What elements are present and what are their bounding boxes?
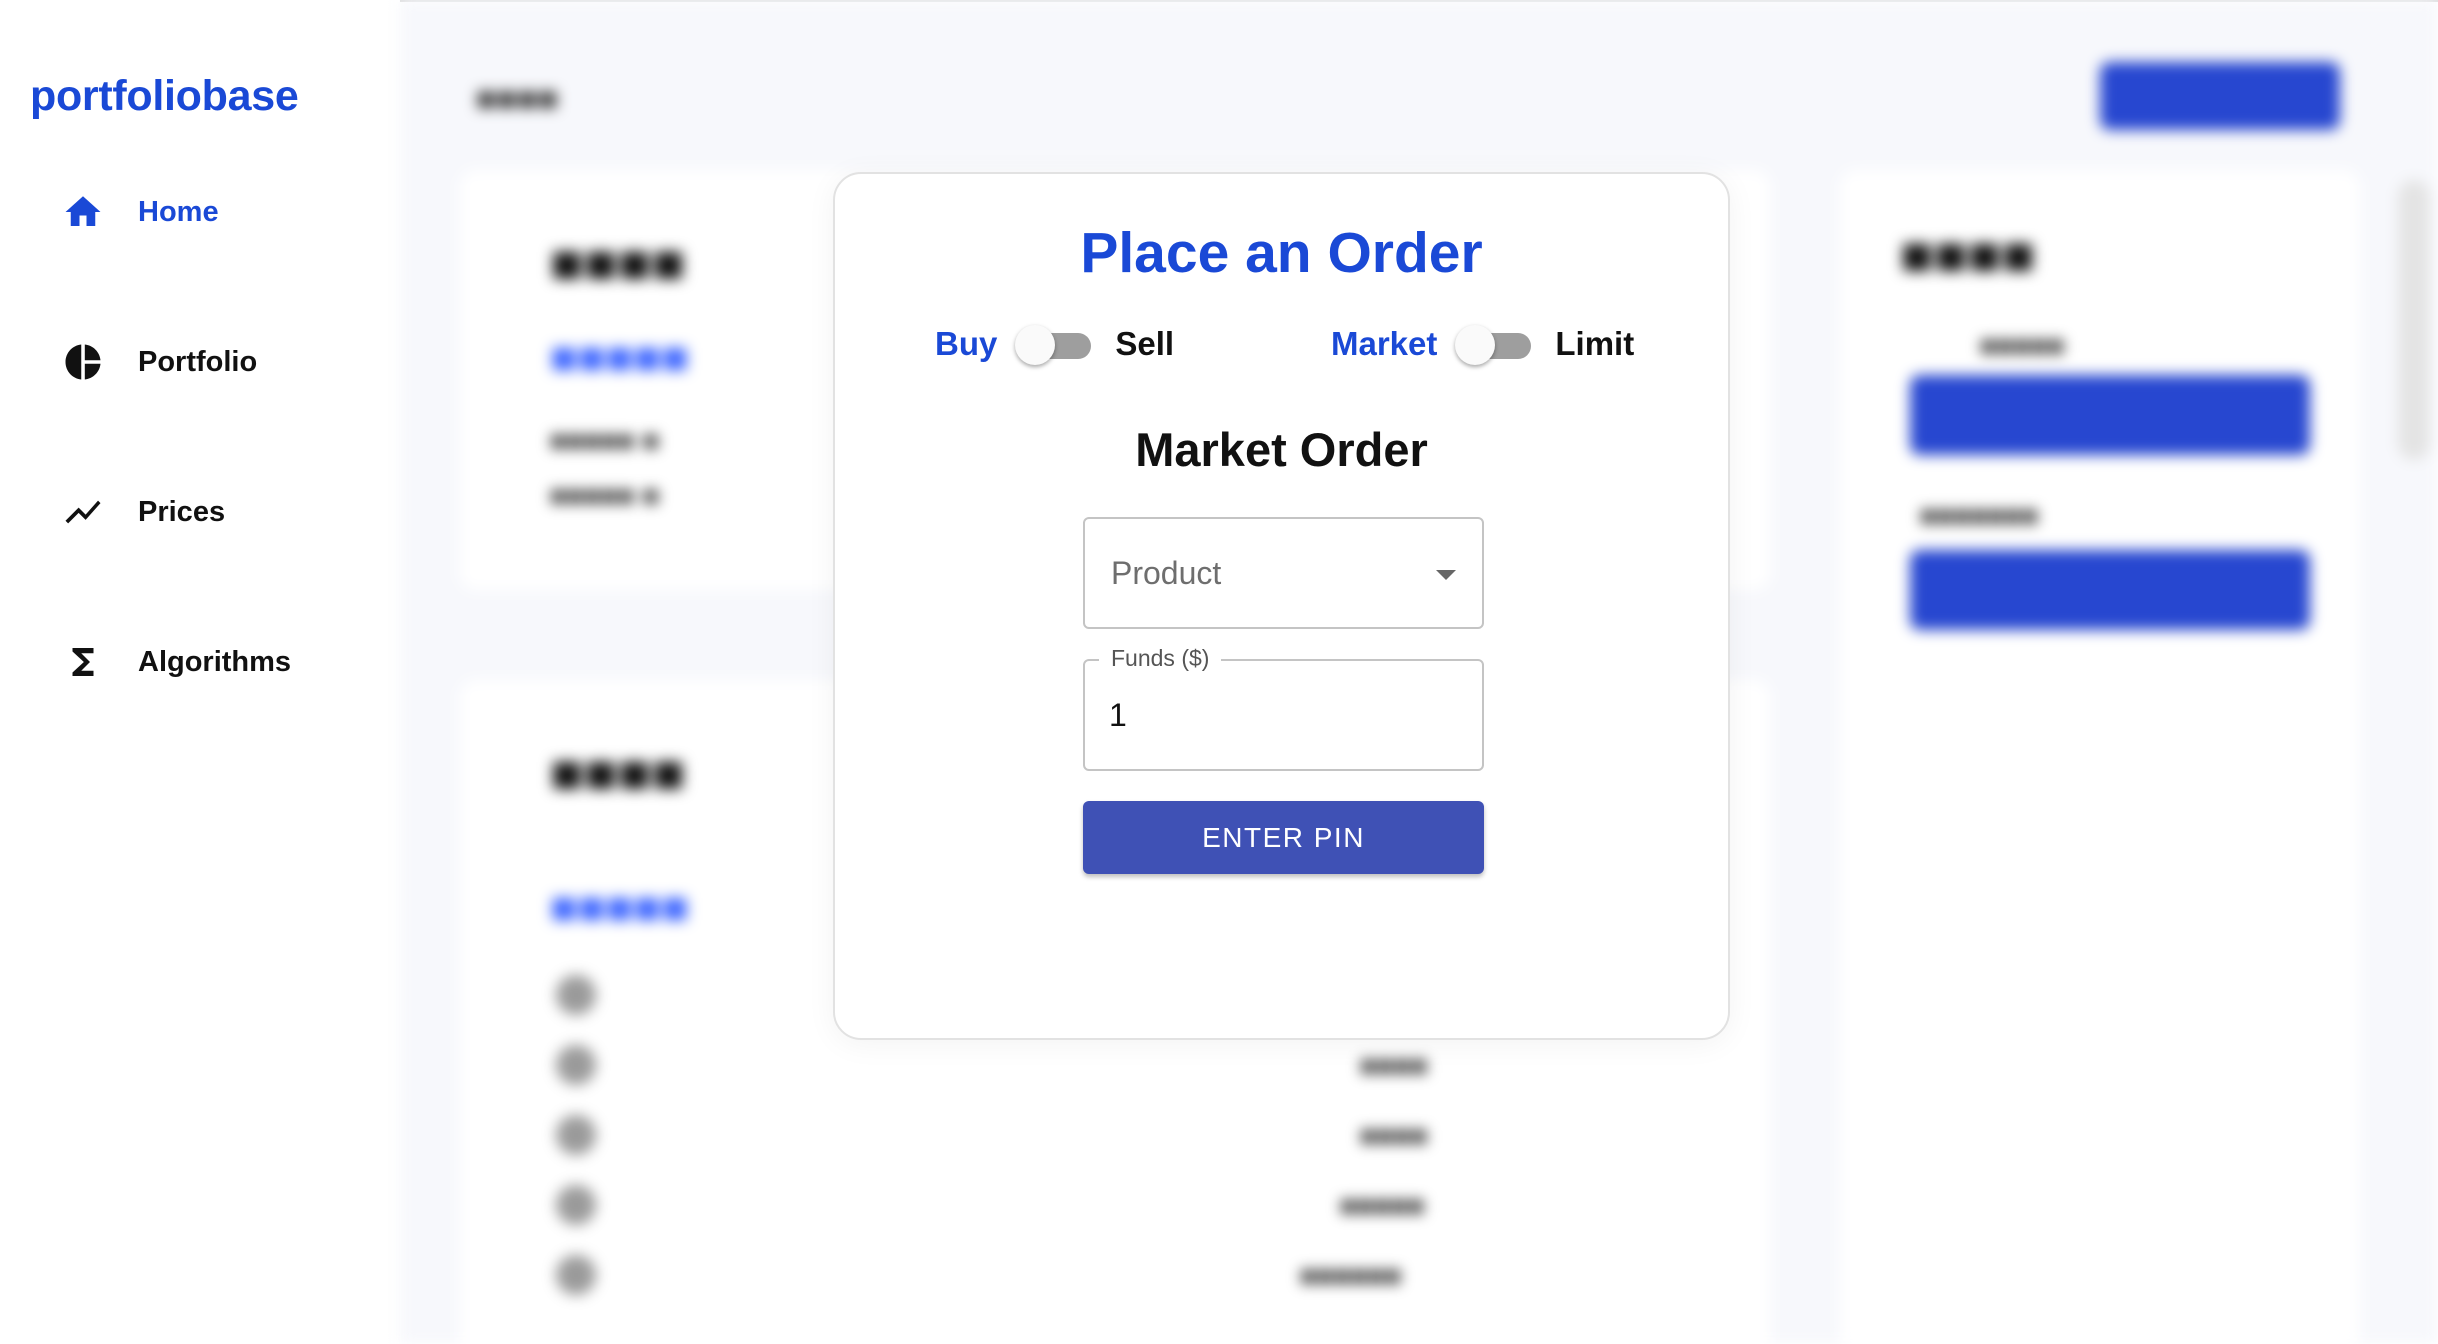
home-icon xyxy=(62,191,104,233)
blurred-asset-icon xyxy=(556,1185,596,1225)
sidebar-item-label: Portfolio xyxy=(138,345,258,378)
blurred-asset-icon xyxy=(556,1255,596,1295)
switch-thumb[interactable] xyxy=(1455,325,1496,365)
sell-label[interactable]: Sell xyxy=(1115,325,1174,363)
blurred-card-title: ■■■■ xyxy=(1900,223,2036,286)
blurred-algorithms-card: ■■■■ ■■■■■ ■■■■■■■ xyxy=(1840,170,2360,1344)
funds-field-label: Funds ($) xyxy=(1099,645,1222,672)
enter-pin-button[interactable]: ENTER PIN xyxy=(1083,801,1484,874)
product-select[interactable]: Product xyxy=(1083,517,1484,629)
blurred-row: ■■■■■ ■ xyxy=(550,480,660,511)
blurred-scrollbar xyxy=(2398,180,2430,460)
blurred-asset-value: ■■■■■ xyxy=(1340,1190,1425,1221)
sidebar-item-algorithms[interactable]: Algorithms xyxy=(62,637,291,687)
blurred-algo-button xyxy=(1910,550,2310,630)
trend-line-icon xyxy=(62,491,104,533)
place-order-modal: Place an Order Buy Sell Market Limit Mar… xyxy=(833,172,1730,1040)
product-select-placeholder: Product xyxy=(1111,555,1222,591)
blurred-card-link: ■■■■■ xyxy=(550,331,689,383)
buy-sell-switch[interactable] xyxy=(1015,319,1099,369)
pie-chart-icon xyxy=(62,341,104,383)
sigma-icon xyxy=(62,641,104,683)
limit-label[interactable]: Limit xyxy=(1555,325,1634,363)
sidebar-item-label: Home xyxy=(138,195,219,228)
blurred-asset-icon xyxy=(556,975,596,1015)
blurred-page-title: ■■■■ xyxy=(476,80,559,118)
blurred-header-button xyxy=(2100,62,2340,130)
switch-thumb[interactable] xyxy=(1015,325,1056,365)
funds-field: Funds ($) xyxy=(1083,645,1484,771)
blurred-row: ■■■■■■■ xyxy=(1920,500,2039,531)
blurred-algo-button xyxy=(1910,375,2310,455)
market-label[interactable]: Market xyxy=(1331,325,1437,363)
chevron-down-icon xyxy=(1436,570,1456,580)
market-limit-toggle-group: Market Limit xyxy=(1331,314,1634,374)
blurred-card-link: ■■■■■ xyxy=(550,881,689,933)
buy-sell-toggle-group: Buy Sell xyxy=(935,314,1174,374)
modal-title: Place an Order xyxy=(1080,221,1483,285)
market-limit-switch[interactable] xyxy=(1455,319,1539,369)
blurred-row: ■■■■■ xyxy=(1980,330,2065,361)
blurred-asset-icon xyxy=(556,1115,596,1155)
buy-label[interactable]: Buy xyxy=(935,325,997,363)
sidebar-item-home[interactable]: Home xyxy=(62,187,219,237)
blurred-card-title: ■■■■ xyxy=(550,231,686,294)
blurred-asset-value: ■■■■■■ xyxy=(1300,1260,1402,1291)
funds-input[interactable] xyxy=(1109,691,1449,739)
order-type-title: Market Order xyxy=(1135,423,1428,476)
app-logo[interactable]: portfoliobase xyxy=(30,72,299,121)
sidebar-item-prices[interactable]: Prices xyxy=(62,487,225,537)
blurred-asset-icon xyxy=(556,1045,596,1085)
blurred-row: ■■■■■ ■ xyxy=(550,425,660,456)
blurred-asset-value: ■■■■ xyxy=(1360,1120,1428,1151)
sidebar-item-portfolio[interactable]: Portfolio xyxy=(62,337,257,387)
sidebar-item-label: Algorithms xyxy=(138,645,292,678)
blurred-card-title: ■■■■ xyxy=(550,741,686,804)
sidebar-item-label: Prices xyxy=(138,495,226,528)
blurred-asset-value: ■■■■ xyxy=(1360,1050,1428,1081)
sidebar: portfoliobase Home Portfolio Prices Algo… xyxy=(0,0,400,1344)
